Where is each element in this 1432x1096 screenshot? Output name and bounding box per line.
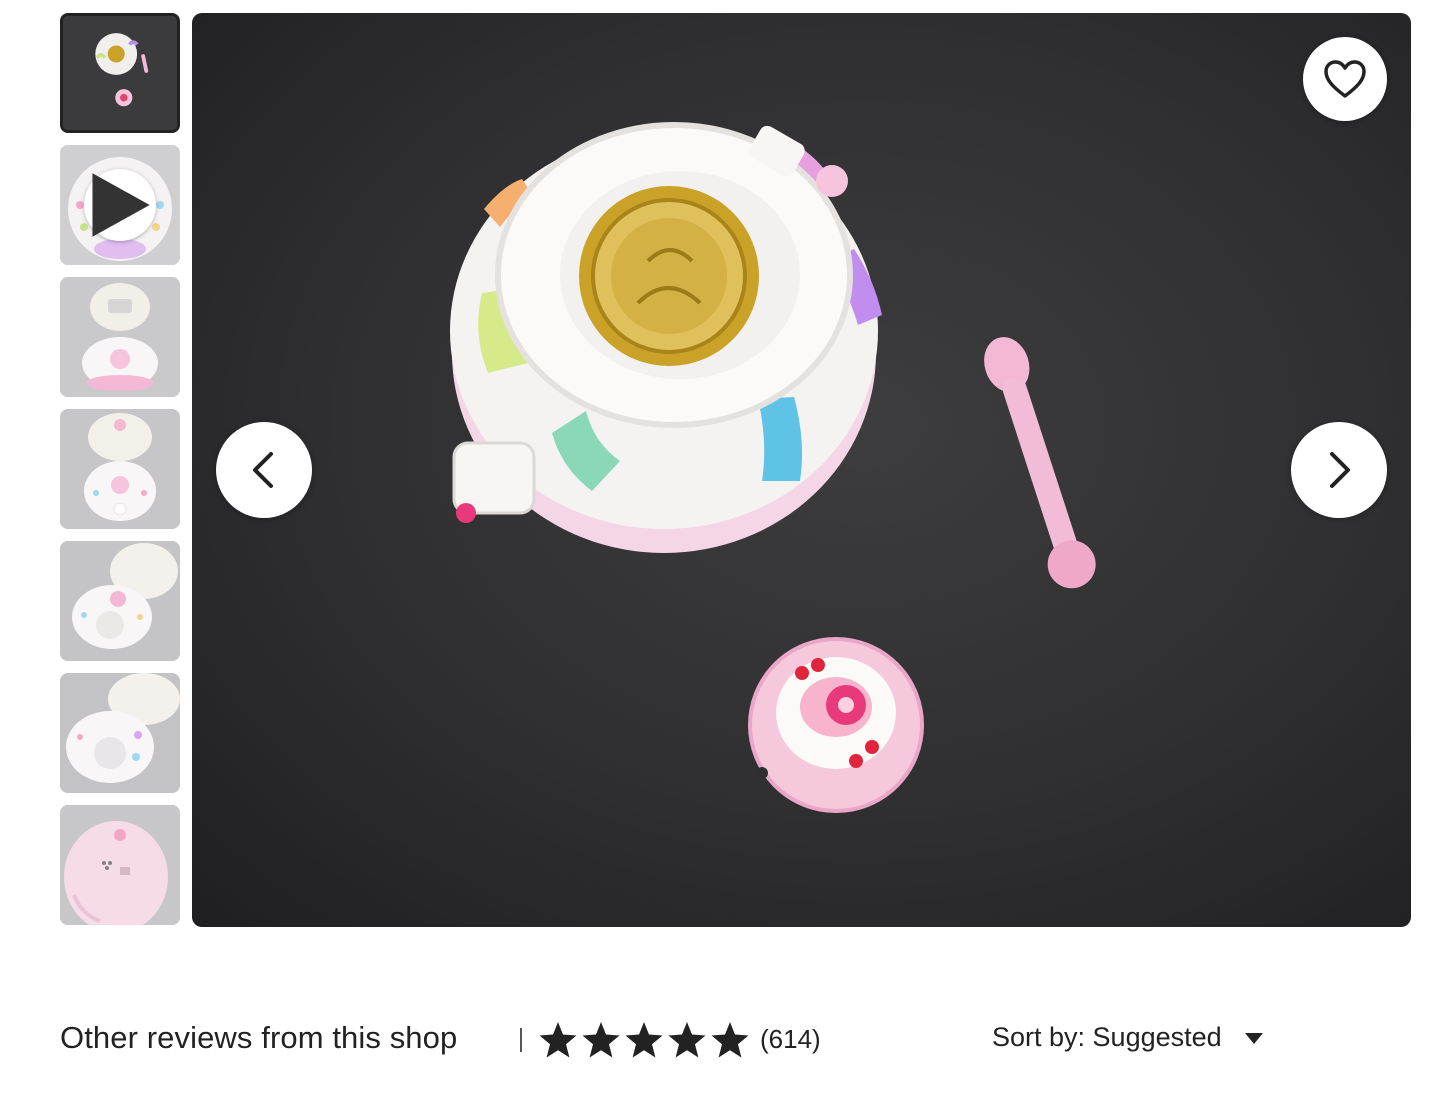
sort-label: Sort by: Suggested <box>992 1022 1222 1052</box>
review-count: (614) <box>760 1024 821 1054</box>
thumbnail-4-image <box>60 409 180 529</box>
favorite-button[interactable] <box>1303 37 1387 121</box>
thumbnail-6[interactable] <box>60 673 180 793</box>
thumbnail-1-image <box>63 16 177 130</box>
thumbnail-3[interactable] <box>60 277 180 397</box>
thumbnail-5-image <box>60 541 180 661</box>
heart-outline-icon <box>1324 60 1366 98</box>
reviews-header: Other reviews from this shop (614) Sort … <box>60 1016 1360 1064</box>
star-rating <box>538 1020 750 1060</box>
chevron-left-icon <box>253 452 273 488</box>
star-icon <box>711 1022 749 1058</box>
play-icon <box>92 173 150 237</box>
star-icon <box>625 1022 663 1058</box>
thumbnail-1[interactable] <box>60 13 180 133</box>
star-icon <box>582 1022 620 1058</box>
thumbnail-7-image <box>60 805 180 925</box>
play-button[interactable] <box>84 169 156 241</box>
thumbnail-2-video[interactable] <box>60 145 180 265</box>
thumbnail-4[interactable] <box>60 409 180 529</box>
thumbnail-3-image <box>60 277 180 397</box>
title-divider <box>520 1028 522 1052</box>
chevron-right-icon <box>1330 452 1350 488</box>
main-product-image <box>192 13 1411 927</box>
star-icon <box>668 1022 706 1058</box>
previous-image-button[interactable] <box>216 422 312 518</box>
reviews-title: Other reviews from this shop <box>60 1020 458 1055</box>
star-icon <box>539 1022 577 1058</box>
thumbnail-6-image <box>60 673 180 793</box>
caret-down-icon <box>1244 1032 1263 1044</box>
sort-dropdown[interactable]: Sort by: Suggested <box>992 1022 1264 1053</box>
thumbnail-7[interactable] <box>60 805 180 925</box>
next-image-button[interactable] <box>1291 422 1387 518</box>
thumbnail-5[interactable] <box>60 541 180 661</box>
product-photo <box>450 122 1096 813</box>
